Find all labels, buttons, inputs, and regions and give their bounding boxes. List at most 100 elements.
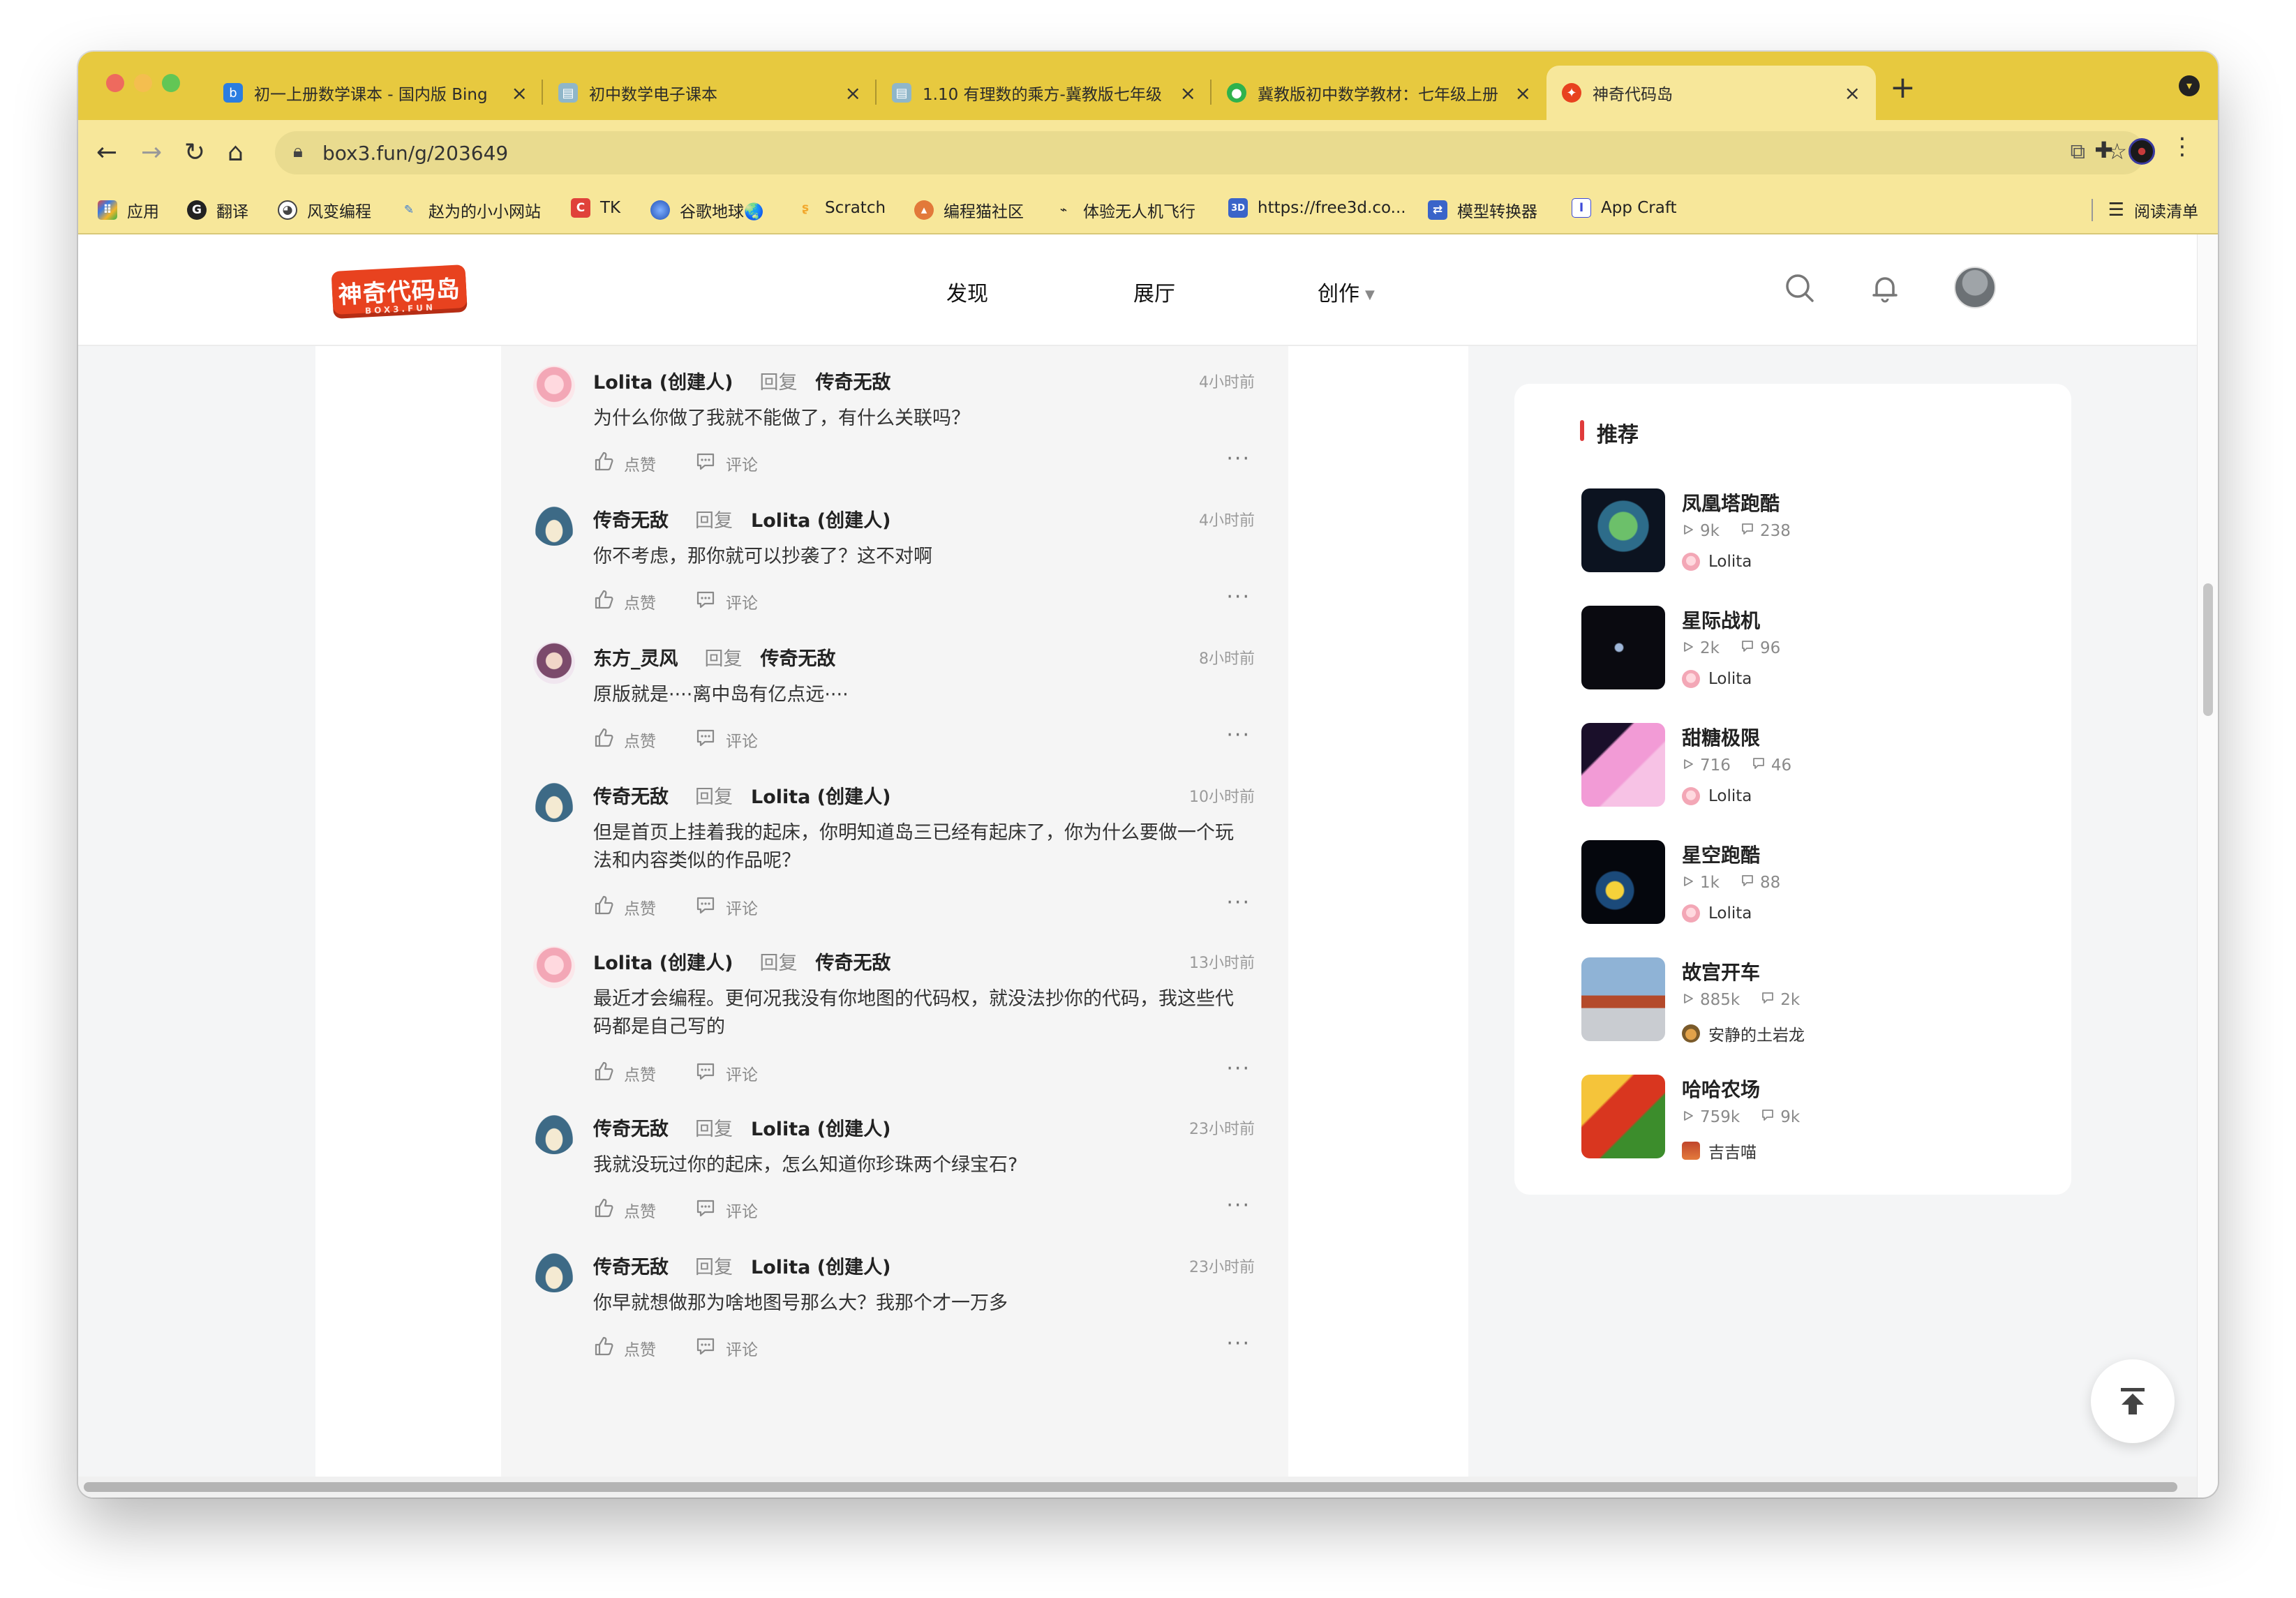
forward-arrow-icon[interactable]: → — [141, 135, 162, 170]
bookmark-scratch[interactable]: ʂ Scratch — [796, 198, 886, 218]
game-author[interactable]: Lolita — [1682, 670, 1752, 688]
reply-target-username[interactable]: Lolita (创建人) — [751, 782, 890, 809]
commenter-avatar[interactable] — [533, 946, 575, 988]
game-thumbnail[interactable] — [1581, 957, 1665, 1041]
close-icon[interactable]: × — [512, 82, 528, 105]
address-bar[interactable]: 🔒︎ box3.fun/g/203649 ⧉ ☆ — [275, 131, 2145, 174]
search-icon[interactable] — [1784, 272, 1816, 304]
reply-target-username[interactable]: Lolita (创建人) — [751, 505, 890, 532]
tab-rational-power[interactable]: ▤ 1.10 有理数的乘方-冀教版七年级 × — [877, 66, 1212, 120]
bookmark-dji[interactable]: ⌁ 体验无人机飞行 — [1054, 198, 1195, 222]
nav-create[interactable]: 创作 ▼ — [1318, 276, 1375, 307]
tab-box3-active[interactable]: ✦ 神奇代码岛 × — [1546, 66, 1876, 120]
reload-icon[interactable]: ↻ — [184, 135, 205, 170]
game-thumbnail[interactable] — [1581, 1075, 1665, 1158]
comment-username[interactable]: 传奇无敌 — [593, 782, 669, 809]
minimize-window-button[interactable] — [134, 74, 152, 92]
close-icon[interactable]: × — [1515, 82, 1531, 105]
game-author[interactable]: Lolita — [1682, 787, 1752, 805]
profile-avatar[interactable] — [2129, 138, 2155, 165]
commenter-avatar[interactable] — [533, 1250, 575, 1292]
nav-discover[interactable]: 发现 — [946, 276, 988, 307]
game-author[interactable]: Lolita — [1682, 553, 1752, 571]
game-thumbnail[interactable] — [1581, 488, 1665, 572]
comment-username[interactable]: 东方_灵风 — [593, 643, 678, 671]
bell-icon[interactable] — [1869, 272, 1901, 304]
reply-target-username[interactable]: Lolita (创建人) — [751, 1252, 890, 1279]
like-button[interactable]: 点赞 — [593, 1197, 656, 1223]
menu-kebab-icon[interactable]: ⋮ — [2170, 133, 2194, 160]
more-options-icon[interactable]: ··· — [1226, 890, 1251, 915]
more-options-icon[interactable]: ··· — [1226, 723, 1251, 747]
recommend-item[interactable]: 星空跑酷 1k 88 Lolita — [1581, 840, 2014, 927]
reply-comment-button[interactable]: 评论 — [695, 1336, 758, 1361]
game-thumbnail[interactable] — [1581, 840, 1665, 924]
nav-hall[interactable]: 展厅 — [1133, 276, 1175, 307]
reply-comment-button[interactable]: 评论 — [695, 895, 758, 920]
url-text[interactable]: box3.fun/g/203649 — [322, 142, 508, 165]
horizontal-scrollbar[interactable] — [78, 1477, 2197, 1498]
back-to-top-button[interactable] — [2091, 1359, 2175, 1443]
game-author[interactable]: Lolita — [1682, 904, 1752, 923]
tab-bing[interactable]: b 初一上册数学课本 - 国内版 Bing × — [208, 66, 543, 120]
reply-target-username[interactable]: 传奇无敌 — [815, 948, 890, 975]
more-options-icon[interactable]: ··· — [1226, 1056, 1251, 1081]
back-arrow-icon[interactable]: ← — [96, 135, 117, 170]
game-name[interactable]: 甜糖极限 — [1682, 723, 1760, 751]
like-button[interactable]: 点赞 — [593, 589, 656, 614]
bookmark-zhaowei[interactable]: ✎ 赵为的小小网站 — [399, 198, 541, 222]
more-options-icon[interactable]: ··· — [1226, 1331, 1251, 1356]
game-name[interactable]: 故宫开车 — [1682, 957, 1760, 985]
bookmark-fengbian[interactable]: ◕ 风变编程 — [278, 198, 371, 222]
reply-target-username[interactable]: 传奇无敌 — [815, 367, 890, 394]
game-name[interactable]: 星际战机 — [1682, 606, 1760, 634]
more-options-icon[interactable]: ··· — [1226, 447, 1251, 471]
comment-username[interactable]: 传奇无敌 — [593, 505, 669, 532]
reading-list-button[interactable]: ☰ 阅读清单 — [2091, 198, 2198, 222]
user-avatar[interactable] — [1954, 267, 1996, 308]
commenter-avatar[interactable] — [533, 642, 575, 684]
comment-username[interactable]: 传奇无敌 — [593, 1114, 669, 1141]
tab-jijiao-textbook[interactable]: ● 冀教版初中数学教材：七年级上册 × — [1212, 66, 1546, 120]
reply-comment-button[interactable]: 评论 — [695, 451, 758, 476]
bookmark-appcraft[interactable]: I App Craft — [1572, 198, 1677, 218]
like-button[interactable]: 点赞 — [593, 1336, 656, 1361]
like-button[interactable]: 点赞 — [593, 895, 656, 920]
game-name[interactable]: 凤凰塔跑酷 — [1682, 488, 1780, 516]
site-logo[interactable]: 神奇代码岛 BOX3.FUN — [331, 264, 468, 316]
share-icon[interactable]: ⧉ — [2071, 140, 2085, 164]
more-options-icon[interactable]: ··· — [1226, 1193, 1251, 1218]
reply-target-username[interactable]: Lolita (创建人) — [751, 1114, 890, 1141]
game-author[interactable]: 安静的土岩龙 — [1682, 1022, 1805, 1045]
close-icon[interactable]: × — [845, 82, 861, 105]
game-thumbnail[interactable] — [1581, 606, 1665, 689]
vertical-scrollbar[interactable] — [2197, 234, 2218, 1498]
like-button[interactable]: 点赞 — [593, 727, 656, 752]
game-author[interactable]: 吉吉喵 — [1682, 1139, 1757, 1163]
scrollbar-thumb[interactable] — [84, 1482, 2177, 1492]
close-icon[interactable]: × — [1844, 82, 1861, 105]
commenter-avatar[interactable] — [533, 780, 575, 822]
close-icon[interactable]: × — [1180, 82, 1196, 105]
close-window-button[interactable] — [106, 74, 124, 92]
new-tab-button[interactable]: + — [1890, 73, 1916, 103]
like-button[interactable]: 点赞 — [593, 451, 656, 476]
maximize-window-button[interactable] — [162, 74, 180, 92]
bookmark-google-earth[interactable]: 谷歌地球🌏 — [650, 198, 764, 222]
bookmark-free3d[interactable]: 3D https://free3d.co... — [1228, 198, 1406, 218]
comment-username[interactable]: Lolita (创建人) — [593, 948, 733, 975]
game-name[interactable]: 星空跑酷 — [1682, 840, 1760, 868]
commenter-avatar[interactable] — [533, 504, 575, 546]
more-options-icon[interactable]: ··· — [1226, 585, 1251, 609]
reply-comment-button[interactable]: 评论 — [695, 727, 758, 752]
extensions-puzzle-icon[interactable]: ✚ — [2094, 137, 2113, 163]
game-thumbnail[interactable] — [1581, 723, 1665, 807]
bookmark-codemao[interactable]: ▴ 编程猫社区 — [914, 198, 1024, 222]
reply-comment-button[interactable]: 评论 — [695, 1061, 758, 1086]
bookmark-translate[interactable]: G 翻译 — [187, 198, 248, 222]
recommend-item[interactable]: 凤凰塔跑酷 9k 238 Lolita — [1581, 488, 2014, 575]
recommend-item[interactable]: 哈哈农场 759k 9k 吉吉喵 — [1581, 1075, 2014, 1163]
reply-comment-button[interactable]: 评论 — [695, 1197, 758, 1223]
like-button[interactable]: 点赞 — [593, 1061, 656, 1086]
recommend-item[interactable]: 故宫开车 885k 2k 安静的土岩龙 — [1581, 957, 2014, 1045]
